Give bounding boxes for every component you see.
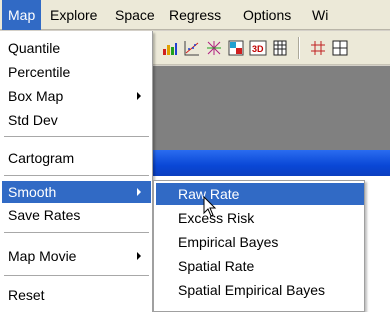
menu-item-map-movie[interactable]: Map Movie <box>2 245 151 267</box>
submenu-item-excess-risk[interactable]: Excess Risk <box>156 207 364 229</box>
menu-regress[interactable]: Regress <box>163 0 227 30</box>
menu-item-percentile[interactable]: Percentile <box>2 61 151 83</box>
menu-separator <box>4 175 149 176</box>
menu-separator <box>4 275 149 276</box>
menu-item-label: Box Map <box>8 88 64 104</box>
menu-map[interactable]: Map <box>2 0 42 30</box>
menu-space[interactable]: Space <box>109 0 161 30</box>
toolbar: 3D <box>152 31 390 65</box>
menu-window[interactable]: Wi <box>306 0 334 30</box>
menu-item-label: Smooth <box>8 184 57 200</box>
menu-item-box-map[interactable]: Box Map <box>2 85 151 107</box>
menu-explore[interactable]: Explore <box>44 0 103 30</box>
submenu-arrow-icon <box>137 252 141 260</box>
submenu-arrow-icon <box>137 188 141 196</box>
3d-plot-icon[interactable]: 3D <box>248 38 268 58</box>
weights-icon[interactable] <box>308 38 328 58</box>
grid-icon[interactable] <box>330 38 350 58</box>
menu-item-save-rates[interactable]: Save Rates <box>2 204 151 226</box>
conditional-plot-icon[interactable] <box>226 38 246 58</box>
menu-separator <box>4 232 149 233</box>
menu-bar: Map Explore Space Regress Options Wi <box>0 0 390 30</box>
submenu-item-empirical-bayes[interactable]: Empirical Bayes <box>156 231 364 253</box>
histogram-icon[interactable] <box>160 38 180 58</box>
menu-item-quantile[interactable]: Quantile <box>2 37 151 59</box>
table-icon[interactable] <box>270 38 290 58</box>
child-window-titlebar <box>152 150 390 176</box>
menu-item-cartogram[interactable]: Cartogram <box>2 147 151 169</box>
menu-options[interactable]: Options <box>237 0 297 30</box>
menu-item-reset[interactable]: Reset <box>2 284 151 306</box>
map-dropdown-menu: Quantile Percentile Box Map Std Dev Cart… <box>0 31 153 312</box>
menu-item-label: Std Dev <box>8 112 58 128</box>
scatter-plot-icon[interactable] <box>182 38 202 58</box>
menu-item-smooth[interactable]: Smooth <box>2 181 151 203</box>
svg-text:3D: 3D <box>252 44 264 54</box>
submenu-item-label: Empirical Bayes <box>178 234 279 250</box>
submenu-item-raw-rate[interactable]: Raw Rate <box>156 183 364 205</box>
menu-item-label: Save Rates <box>8 207 81 223</box>
submenu-arrow-icon <box>137 92 141 100</box>
menu-item-label: Map Movie <box>8 248 77 264</box>
menu-item-std-dev[interactable]: Std Dev <box>2 109 151 131</box>
smooth-submenu: Raw Rate Excess Risk Empirical Bayes Spa… <box>153 180 365 312</box>
mouse-pointer-icon <box>203 195 219 218</box>
menu-separator <box>4 136 149 137</box>
menu-item-label: Reset <box>8 287 45 303</box>
menu-item-label: Percentile <box>8 64 71 80</box>
submenu-item-spatial-empirical-bayes[interactable]: Spatial Empirical Bayes <box>156 279 364 301</box>
parallel-coordinate-icon[interactable] <box>204 38 224 58</box>
submenu-item-label: Spatial Empirical Bayes <box>178 282 326 298</box>
menu-item-label: Cartogram <box>8 150 75 166</box>
submenu-item-label: Spatial Rate <box>178 258 255 274</box>
menu-item-label: Quantile <box>8 40 61 56</box>
toolbar-separator <box>298 37 300 59</box>
submenu-item-spatial-rate[interactable]: Spatial Rate <box>156 255 364 277</box>
